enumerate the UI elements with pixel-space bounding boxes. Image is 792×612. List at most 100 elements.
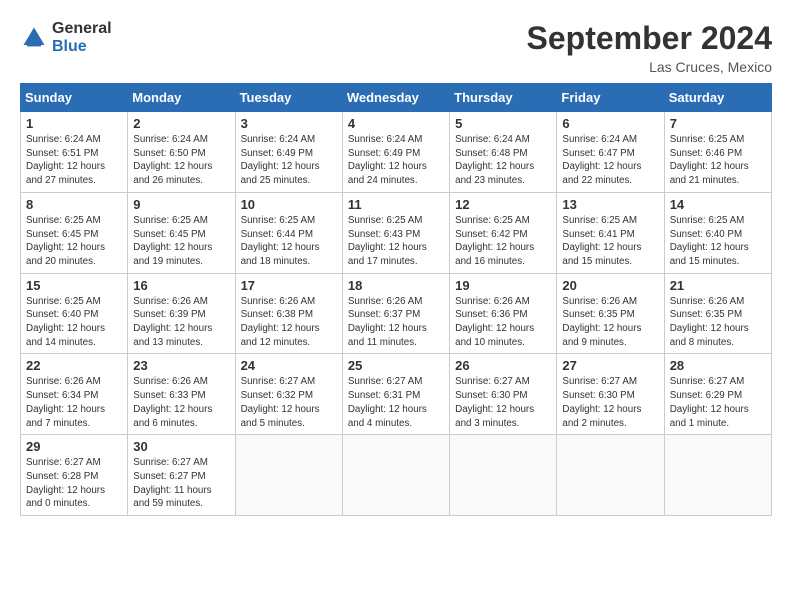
- day-number: 27: [562, 358, 658, 373]
- day-cell: 29 Sunrise: 6:27 AM Sunset: 6:28 PM Dayli…: [21, 435, 128, 516]
- day-number: 3: [241, 116, 337, 131]
- day-number: 22: [26, 358, 122, 373]
- day-detail: Sunrise: 6:25 AM Sunset: 6:40 PM Dayligh…: [670, 214, 766, 269]
- day-number: 26: [455, 358, 551, 373]
- day-detail: Sunrise: 6:27 AM Sunset: 6:31 PM Dayligh…: [348, 375, 444, 430]
- day-cell: 1 Sunrise: 6:24 AM Sunset: 6:51 PM Daylig…: [21, 112, 128, 193]
- day-cell: 2Sunrise: 6:24 AM Sunset: 6:50 PM Daylig…: [128, 112, 235, 193]
- day-detail: Sunrise: 6:27 AM Sunset: 6:27 PM Dayligh…: [133, 456, 229, 511]
- header: General Blue September 2024 Las Cruces, …: [20, 20, 772, 75]
- logo: General Blue: [20, 20, 112, 56]
- day-cell: 25 Sunrise: 6:27 AM Sunset: 6:31 PM Dayli…: [342, 354, 449, 435]
- day-number: 23: [133, 358, 229, 373]
- week-row-2: 8 Sunrise: 6:25 AM Sunset: 6:45 PM Daylig…: [21, 192, 772, 273]
- day-cell: 21 Sunrise: 6:26 AM Sunset: 6:35 PM Dayli…: [664, 273, 771, 354]
- day-detail: Sunrise: 6:26 AM Sunset: 6:35 PM Dayligh…: [670, 295, 766, 350]
- day-detail: Sunrise: 6:25 AM Sunset: 6:44 PM Dayligh…: [241, 214, 337, 269]
- day-detail: Sunrise: 6:26 AM Sunset: 6:39 PM Dayligh…: [133, 295, 229, 350]
- day-detail: Sunrise: 6:25 AM Sunset: 6:45 PM Dayligh…: [133, 214, 229, 269]
- day-cell: 22 Sunrise: 6:26 AM Sunset: 6:34 PM Dayli…: [21, 354, 128, 435]
- day-number: 12: [455, 197, 551, 212]
- day-cell: 11 Sunrise: 6:25 AM Sunset: 6:43 PM Dayli…: [342, 192, 449, 273]
- day-detail: Sunrise: 6:25 AM Sunset: 6:42 PM Dayligh…: [455, 214, 551, 269]
- day-cell: 28 Sunrise: 6:27 AM Sunset: 6:29 PM Dayli…: [664, 354, 771, 435]
- col-header-wednesday: Wednesday: [342, 84, 449, 112]
- day-cell: 27 Sunrise: 6:27 AM Sunset: 6:30 PM Dayli…: [557, 354, 664, 435]
- day-detail: Sunrise: 6:27 AM Sunset: 6:30 PM Dayligh…: [562, 375, 658, 430]
- day-detail: Sunrise: 6:25 AM Sunset: 6:46 PM Dayligh…: [670, 133, 766, 188]
- day-cell: 17Sunrise: 6:26 AM Sunset: 6:38 PM Dayli…: [235, 273, 342, 354]
- day-number: 15: [26, 278, 122, 293]
- col-header-tuesday: Tuesday: [235, 84, 342, 112]
- week-row-5: 29 Sunrise: 6:27 AM Sunset: 6:28 PM Dayli…: [21, 435, 772, 516]
- day-cell: [664, 435, 771, 516]
- day-number: 21: [670, 278, 766, 293]
- col-header-monday: Monday: [128, 84, 235, 112]
- day-number: 5: [455, 116, 551, 131]
- day-cell: 8 Sunrise: 6:25 AM Sunset: 6:45 PM Daylig…: [21, 192, 128, 273]
- day-detail: Sunrise: 6:26 AM Sunset: 6:36 PM Dayligh…: [455, 295, 551, 350]
- day-cell: 4 Sunrise: 6:24 AM Sunset: 6:49 PM Daylig…: [342, 112, 449, 193]
- day-number: 6: [562, 116, 658, 131]
- day-detail: Sunrise: 6:26 AM Sunset: 6:35 PM Dayligh…: [562, 295, 658, 350]
- day-detail: Sunrise: 6:27 AM Sunset: 6:32 PM Dayligh…: [241, 375, 337, 430]
- day-cell: 6Sunrise: 6:24 AM Sunset: 6:47 PM Daylig…: [557, 112, 664, 193]
- day-detail: Sunrise: 6:24 AM Sunset: 6:51 PM Dayligh…: [26, 133, 122, 188]
- day-detail: Sunrise: 6:27 AM Sunset: 6:29 PM Dayligh…: [670, 375, 766, 430]
- day-cell: 24 Sunrise: 6:27 AM Sunset: 6:32 PM Dayli…: [235, 354, 342, 435]
- week-row-4: 22 Sunrise: 6:26 AM Sunset: 6:34 PM Dayli…: [21, 354, 772, 435]
- day-cell: 7 Sunrise: 6:25 AM Sunset: 6:46 PM Daylig…: [664, 112, 771, 193]
- day-number: 8: [26, 197, 122, 212]
- month-title: September 2024: [527, 20, 772, 57]
- week-row-1: 1 Sunrise: 6:24 AM Sunset: 6:51 PM Daylig…: [21, 112, 772, 193]
- day-cell: 3 Sunrise: 6:24 AM Sunset: 6:49 PM Daylig…: [235, 112, 342, 193]
- day-cell: 23 Sunrise: 6:26 AM Sunset: 6:33 PM Dayli…: [128, 354, 235, 435]
- day-cell: 9 Sunrise: 6:25 AM Sunset: 6:45 PM Daylig…: [128, 192, 235, 273]
- day-detail: Sunrise: 6:25 AM Sunset: 6:43 PM Dayligh…: [348, 214, 444, 269]
- day-number: 2: [133, 116, 229, 131]
- col-header-saturday: Saturday: [664, 84, 771, 112]
- day-number: 18: [348, 278, 444, 293]
- day-number: 11: [348, 197, 444, 212]
- day-number: 29: [26, 439, 122, 454]
- day-cell: 18 Sunrise: 6:26 AM Sunset: 6:37 PM Dayli…: [342, 273, 449, 354]
- day-cell: 19Sunrise: 6:26 AM Sunset: 6:36 PM Dayli…: [450, 273, 557, 354]
- day-number: 7: [670, 116, 766, 131]
- day-detail: Sunrise: 6:27 AM Sunset: 6:28 PM Dayligh…: [26, 456, 122, 511]
- day-detail: Sunrise: 6:27 AM Sunset: 6:30 PM Dayligh…: [455, 375, 551, 430]
- day-number: 28: [670, 358, 766, 373]
- day-cell: 12 Sunrise: 6:25 AM Sunset: 6:42 PM Dayli…: [450, 192, 557, 273]
- day-cell: 10 Sunrise: 6:25 AM Sunset: 6:44 PM Dayli…: [235, 192, 342, 273]
- day-cell: 26 Sunrise: 6:27 AM Sunset: 6:30 PM Dayli…: [450, 354, 557, 435]
- day-number: 25: [348, 358, 444, 373]
- day-number: 13: [562, 197, 658, 212]
- col-header-sunday: Sunday: [21, 84, 128, 112]
- day-detail: Sunrise: 6:26 AM Sunset: 6:37 PM Dayligh…: [348, 295, 444, 350]
- day-detail: Sunrise: 6:26 AM Sunset: 6:34 PM Dayligh…: [26, 375, 122, 430]
- day-cell: 16 Sunrise: 6:26 AM Sunset: 6:39 PM Dayli…: [128, 273, 235, 354]
- day-detail: Sunrise: 6:26 AM Sunset: 6:33 PM Dayligh…: [133, 375, 229, 430]
- day-number: 9: [133, 197, 229, 212]
- day-number: 4: [348, 116, 444, 131]
- day-detail: Sunrise: 6:24 AM Sunset: 6:48 PM Dayligh…: [455, 133, 551, 188]
- day-detail: Sunrise: 6:24 AM Sunset: 6:49 PM Dayligh…: [348, 133, 444, 188]
- day-detail: Sunrise: 6:24 AM Sunset: 6:49 PM Dayligh…: [241, 133, 337, 188]
- calendar-table: SundayMondayTuesdayWednesdayThursdayFrid…: [20, 83, 772, 516]
- day-number: 30: [133, 439, 229, 454]
- day-cell: [235, 435, 342, 516]
- day-number: 10: [241, 197, 337, 212]
- day-cell: 5 Sunrise: 6:24 AM Sunset: 6:48 PM Daylig…: [450, 112, 557, 193]
- day-number: 1: [26, 116, 122, 131]
- day-detail: Sunrise: 6:25 AM Sunset: 6:41 PM Dayligh…: [562, 214, 658, 269]
- week-row-3: 15 Sunrise: 6:25 AM Sunset: 6:40 PM Dayli…: [21, 273, 772, 354]
- day-number: 24: [241, 358, 337, 373]
- day-number: 16: [133, 278, 229, 293]
- day-detail: Sunrise: 6:25 AM Sunset: 6:45 PM Dayligh…: [26, 214, 122, 269]
- day-detail: Sunrise: 6:25 AM Sunset: 6:40 PM Dayligh…: [26, 295, 122, 350]
- day-cell: 14Sunrise: 6:25 AM Sunset: 6:40 PM Dayli…: [664, 192, 771, 273]
- logo-icon: [20, 24, 48, 52]
- day-number: 20: [562, 278, 658, 293]
- col-header-thursday: Thursday: [450, 84, 557, 112]
- day-number: 17: [241, 278, 337, 293]
- day-cell: [450, 435, 557, 516]
